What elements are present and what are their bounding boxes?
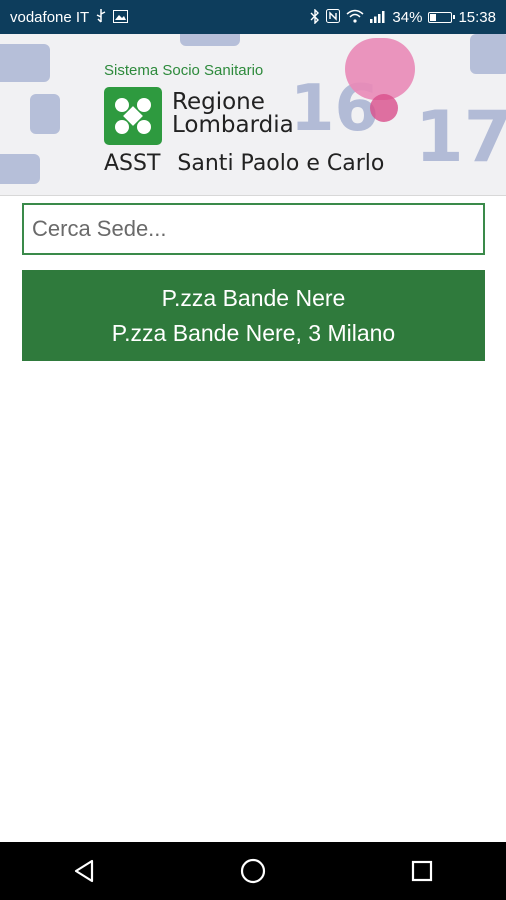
calendar-decoration xyxy=(180,34,240,46)
clock: 15:38 xyxy=(458,8,496,26)
status-bar: vodafone IT 34% 15:38 xyxy=(0,0,506,34)
search-input[interactable] xyxy=(22,203,485,255)
result-item[interactable]: P.zza Bande Nere P.zza Bande Nere, 3 Mil… xyxy=(22,270,485,361)
result-address: P.zza Bande Nere, 3 Milano xyxy=(111,319,396,346)
region-line-1: Regione xyxy=(172,89,265,115)
navigation-bar xyxy=(0,842,506,900)
recents-button[interactable] xyxy=(372,842,472,900)
home-icon xyxy=(240,858,266,884)
home-button[interactable] xyxy=(203,842,303,900)
recents-icon xyxy=(411,860,432,882)
calendar-decoration xyxy=(470,34,506,74)
calendar-decoration xyxy=(0,44,50,82)
calendar-decoration xyxy=(0,154,40,184)
status-bar-right: 34% 15:38 xyxy=(310,7,496,26)
header-banner: 16 17 Sistema Socio Sanitario Regione Lo… xyxy=(0,34,506,196)
calendar-number: 17 xyxy=(415,96,506,178)
region-line-2: Lombardia xyxy=(172,112,294,138)
hospital-name: Santi Paolo e Carlo xyxy=(177,151,385,176)
push-pin-decoration xyxy=(345,38,415,100)
battery-percent: 34% xyxy=(392,8,423,26)
back-icon xyxy=(75,859,94,883)
asst-label: ASST xyxy=(104,151,161,176)
regione-lombardia-logo xyxy=(104,87,162,145)
result-name: P.zza Bande Nere xyxy=(161,284,346,311)
calendar-decoration xyxy=(30,94,60,134)
battery-icon xyxy=(428,11,456,23)
back-button[interactable] xyxy=(34,842,134,900)
nfc-icon xyxy=(326,9,341,25)
image-icon xyxy=(113,9,129,25)
carrier-name: vodafone IT xyxy=(10,8,90,26)
bluetooth-icon xyxy=(310,7,320,26)
hospital-title: ASST Santi Paolo e Carlo xyxy=(104,151,384,176)
push-pin-head xyxy=(370,94,398,122)
region-name: Regione Lombardia xyxy=(172,91,294,137)
usb-icon xyxy=(95,9,107,25)
status-bar-left: vodafone IT xyxy=(10,8,129,26)
signal-icon xyxy=(370,10,386,25)
system-label: Sistema Socio Sanitario xyxy=(104,62,264,79)
wifi-icon xyxy=(346,9,364,25)
